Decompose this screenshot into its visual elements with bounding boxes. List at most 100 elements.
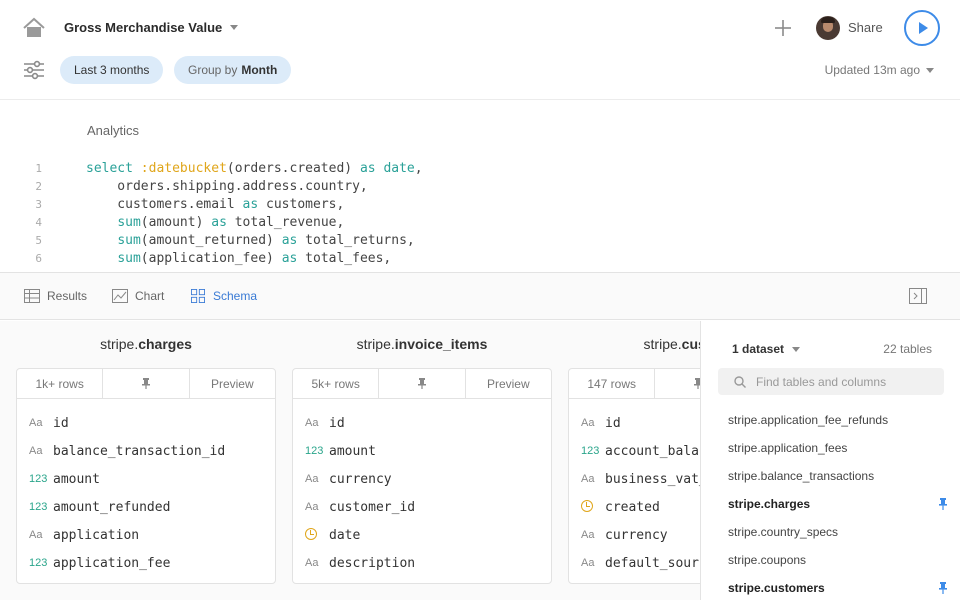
code-token: (orders.created) [226,161,360,176]
column-name: created [605,499,660,515]
code-token: as [281,233,298,248]
column-name: customer_id [329,499,416,515]
report-title-text: Gross Merchandise Value [64,20,223,35]
column-row[interactable]: Aa business_vat_id [569,465,700,493]
table-title[interactable]: stripe.customers [568,336,700,352]
preview-button[interactable]: Preview [190,369,275,398]
column-name: id [605,415,621,431]
updated-status[interactable]: Updated 13m ago [825,63,934,77]
code-token: as [242,197,259,212]
code-token: total_returns, [297,233,415,248]
table-name: charges [138,336,192,352]
table-title[interactable]: stripe.invoice_items [292,336,552,352]
table-list-item[interactable]: stripe.charges [728,490,948,518]
column-row[interactable]: Aa currency [569,521,700,549]
column-row[interactable]: 123 account_balance [569,437,700,465]
clock-icon [581,499,593,512]
code-text: orders.shipping.address.country, [86,178,367,196]
dataset-label: 1 dataset [732,342,785,356]
table-schema-prefix: stripe. [100,336,139,352]
tab-schema[interactable]: Schema [190,289,257,303]
table-schema-prefix: stripe. [356,336,395,352]
column-row[interactable]: 123 application_fee [17,549,275,577]
avatar[interactable] [816,16,840,40]
table-list-item[interactable]: stripe.application_fee_refunds [728,406,948,434]
column-row[interactable]: Aa id [293,409,551,437]
line-number: 6 [35,252,42,265]
code-line[interactable]: 1 select :datebucket(orders.created) as d… [0,160,422,178]
column-name: application [53,527,140,543]
pinned-icon[interactable] [938,582,948,594]
search-input[interactable] [756,374,936,389]
dataset-selector[interactable]: 1 dataset [732,342,801,356]
code-line[interactable]: 6 sum(application_fee) as total_fees, [0,250,423,268]
date-range-filter[interactable]: Last 3 months [60,56,164,84]
code-line[interactable]: 2 orders.shipping.address.country, [0,178,423,196]
table-list-item[interactable]: stripe.balance_transactions [728,462,948,490]
chevron-down-icon [926,67,934,73]
code-area[interactable]: 1 select :datebucket(orders.created) as d… [0,160,423,268]
column-row[interactable]: Aa description [293,549,551,577]
column-row[interactable]: 123 amount_refunded [17,493,275,521]
schema-canvas[interactable]: stripe.charges 1k+ rows Preview Aa id Aa balan… [0,321,700,600]
report-title[interactable]: Gross Merchandise Value [64,20,239,35]
table-list-item[interactable]: stripe.customers [728,574,948,600]
column-row[interactable]: created [569,493,700,521]
table-card: 147 rowsPreviewAaid123account_balanceAab… [568,368,700,584]
type-badge: Aa [581,529,595,541]
group-by-filter[interactable]: Group by Month [174,56,292,84]
pinned-icon[interactable] [938,498,948,510]
type-badge: Aa [305,501,319,513]
table-list-name: stripe.application_fees [728,441,848,455]
column-row[interactable]: 123 amount [293,437,551,465]
editor-label: Analytics [87,123,140,138]
column-row[interactable]: 123 amount [17,465,275,493]
pin-button[interactable] [655,369,700,398]
sql-editor[interactable]: Analytics 1 select :datebucket(orders.cre… [0,101,960,272]
code-line[interactable]: 5 sum(amount_returned) as total_returns, [0,232,423,250]
code-token: sum [117,233,141,248]
tab-results[interactable]: Results [24,289,87,303]
column-row[interactable]: Aa application [17,521,275,549]
table-count: 22 tables [883,342,932,356]
date-type-icon [293,527,329,543]
table-title[interactable]: stripe.charges [16,336,276,352]
table-search[interactable] [718,368,944,395]
tab-schema-label: Schema [213,289,258,303]
filters-icon[interactable] [22,58,46,82]
table-card-toolbar: 5k+ rows Preview [293,369,551,399]
column-row[interactable]: date [293,521,551,549]
column-row[interactable]: Aa id [17,409,275,437]
column-row[interactable]: Aa id [569,409,700,437]
table-name: invoice_items [394,336,488,352]
code-line[interactable]: 3 customers.email as customers, [0,196,423,214]
result-tabs: Results Chart Schema [0,272,960,320]
type-badge: Aa [29,445,43,457]
table-list-item[interactable]: stripe.application_fees [728,434,948,462]
tables-panel: 1 dataset 22 tables stripe.application_f… [700,321,960,600]
add-icon[interactable] [772,17,794,39]
table-list-name: stripe.coupons [728,553,807,567]
type-badge: 123 [29,473,48,485]
column-row[interactable]: Aa default_source [569,549,700,577]
code-token: (application_fee) [140,251,282,266]
sidebar-toggle-icon[interactable] [909,288,927,304]
column-row[interactable]: Aa balance_transaction_id [17,437,275,465]
type-badge: Aa [305,417,319,429]
run-button[interactable] [904,10,940,46]
table-list-item[interactable]: stripe.coupons [728,546,948,574]
home-icon[interactable] [22,16,46,40]
share-button[interactable]: Share [848,20,883,35]
column-row[interactable]: Aa currency [293,465,551,493]
search-icon [734,375,746,388]
group-by-value: Month [241,63,278,77]
column-row[interactable]: Aa customer_id [293,493,551,521]
clock-icon [305,527,317,540]
code-line[interactable]: 4 sum(amount) as total_revenue, [0,214,423,232]
pin-button[interactable] [379,369,466,398]
table-list-item[interactable]: stripe.country_specs [728,518,948,546]
preview-button[interactable]: Preview [466,369,551,398]
tab-chart[interactable]: Chart [112,289,164,303]
pin-button[interactable] [103,369,190,398]
